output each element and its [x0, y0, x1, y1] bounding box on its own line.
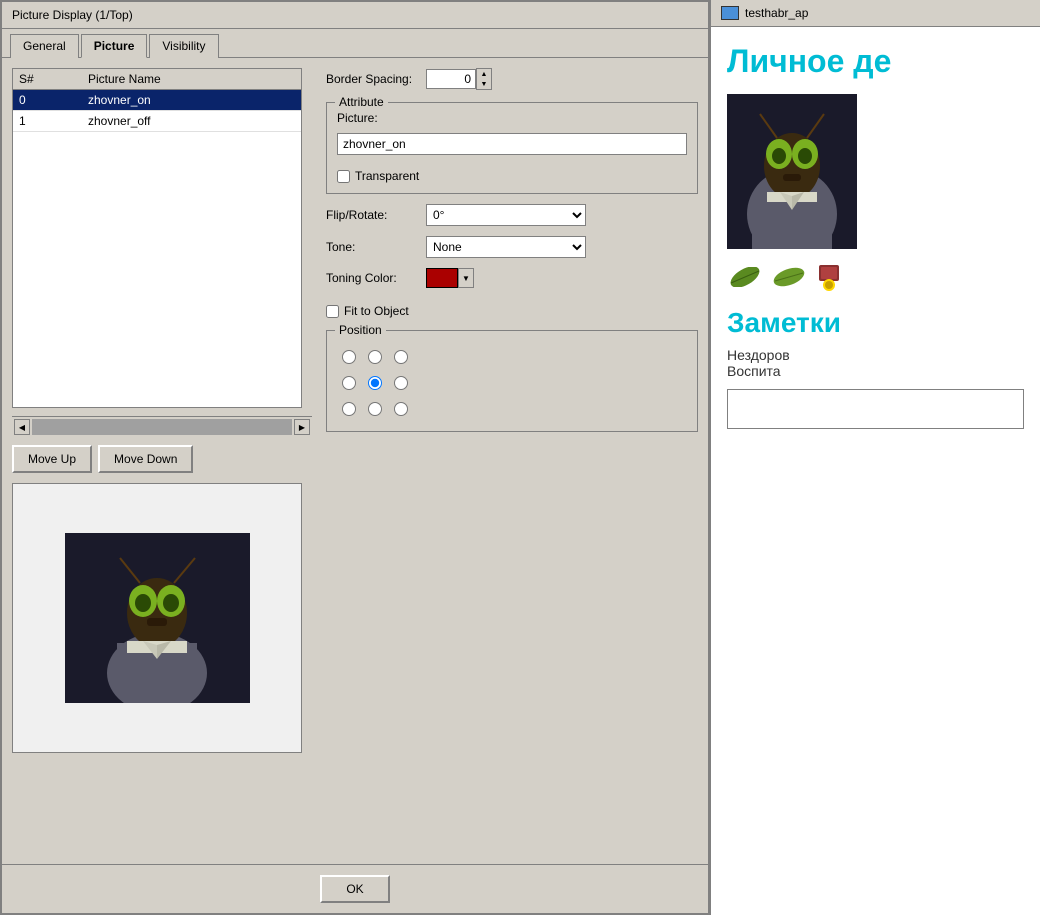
- fit-to-object-label: Fit to Object: [344, 304, 409, 318]
- picture-table-container[interactable]: S# Picture Name 0 zhovner_on 1 zho: [12, 68, 302, 408]
- col-header-name: Picture Name: [82, 69, 301, 90]
- section-text-2: Воспита: [727, 363, 1024, 379]
- section-text-1: Нездоров: [727, 347, 1024, 363]
- section-title: Заметки: [727, 307, 1024, 339]
- pos-middle-center[interactable]: [363, 371, 387, 395]
- transparent-checkbox-row[interactable]: Transparent: [337, 169, 687, 183]
- picture-field-row: Picture:: [337, 111, 687, 125]
- position-grid: [337, 345, 687, 421]
- mantis-svg: [65, 533, 250, 703]
- picture-value-input[interactable]: [337, 133, 687, 155]
- attribute-groupbox-title: Attribute: [335, 95, 388, 109]
- row-name: zhovner_off: [82, 111, 301, 132]
- ok-button[interactable]: OK: [320, 875, 389, 903]
- border-spacing-label: Border Spacing:: [326, 72, 426, 86]
- toning-color-swatch[interactable]: [426, 268, 458, 288]
- row-s: 1: [13, 111, 82, 132]
- left-column: S# Picture Name 0 zhovner_on 1 zho: [12, 68, 312, 854]
- spinner-buttons: ▲ ▼: [476, 68, 492, 90]
- browser-title: testhabr_ap: [745, 6, 808, 20]
- tab-general[interactable]: General: [10, 34, 79, 58]
- tab-picture[interactable]: Picture: [81, 34, 148, 58]
- profile-svg: [727, 94, 857, 249]
- dialog-footer: OK: [2, 864, 708, 913]
- preview-image: [65, 533, 250, 703]
- table-row[interactable]: 0 zhovner_on: [13, 90, 301, 111]
- position-groupbox: Position: [326, 330, 698, 432]
- color-picker-group: ▼: [426, 268, 474, 288]
- tone-label: Tone:: [326, 240, 426, 254]
- profile-image: [727, 94, 857, 249]
- picture-table: S# Picture Name 0 zhovner_on 1 zho: [13, 69, 301, 132]
- picture-field-label: Picture:: [337, 111, 378, 125]
- spinner-down-btn[interactable]: ▼: [477, 79, 491, 89]
- bottom-box: [727, 389, 1024, 429]
- dialog-panel: Picture Display (1/Top) General Picture …: [0, 0, 710, 915]
- tab-bar: General Picture Visibility: [2, 29, 708, 57]
- pos-bottom-left[interactable]: [337, 397, 361, 421]
- flip-rotate-row: Flip/Rotate: 0° 90° 180° 270°: [326, 204, 698, 226]
- icons-row: [727, 263, 1024, 291]
- row-s: 0: [13, 90, 82, 111]
- page-title: Личное де: [727, 43, 1024, 80]
- scroll-right-btn[interactable]: ▶: [294, 419, 310, 435]
- leaf-icon-2: [771, 267, 807, 287]
- tone-select[interactable]: None Red Green: [426, 236, 586, 258]
- dialog-titlebar: Picture Display (1/Top): [2, 2, 708, 29]
- flip-rotate-label: Flip/Rotate:: [326, 208, 426, 222]
- pos-bottom-right[interactable]: [389, 397, 413, 421]
- pos-top-center[interactable]: [363, 345, 387, 369]
- attribute-groupbox: Attribute Picture: Transparent: [326, 102, 698, 194]
- medal-icon: [815, 263, 843, 291]
- pos-bottom-center[interactable]: [363, 397, 387, 421]
- border-spacing-row: Border Spacing: ▲ ▼: [326, 68, 698, 90]
- transparent-label: Transparent: [355, 169, 419, 183]
- pos-top-right[interactable]: [389, 345, 413, 369]
- pos-top-left[interactable]: [337, 345, 361, 369]
- browser-titlebar: testhabr_ap: [711, 0, 1040, 27]
- pos-middle-right[interactable]: [389, 371, 413, 395]
- toning-color-row: Toning Color: ▼: [326, 268, 698, 288]
- row-name: zhovner_on: [82, 90, 301, 111]
- toning-color-label: Toning Color:: [326, 271, 426, 285]
- browser-content: Личное де: [711, 27, 1040, 915]
- preview-box: [12, 483, 302, 753]
- position-groupbox-title: Position: [335, 323, 386, 337]
- pos-middle-left[interactable]: [337, 371, 361, 395]
- spinner-up-btn[interactable]: ▲: [477, 69, 491, 79]
- tab-visibility[interactable]: Visibility: [149, 34, 218, 58]
- horizontal-scrollbar[interactable]: ◀ ▶: [12, 416, 312, 437]
- move-buttons-row: Move Up Move Down: [12, 445, 312, 473]
- fit-to-object-row[interactable]: Fit to Object: [326, 304, 698, 318]
- table-row[interactable]: 1 zhovner_off: [13, 111, 301, 132]
- move-up-button[interactable]: Move Up: [12, 445, 92, 473]
- dialog-title: Picture Display (1/Top): [12, 8, 133, 22]
- toning-color-dropdown-btn[interactable]: ▼: [458, 268, 474, 288]
- border-spacing-input[interactable]: [426, 69, 476, 89]
- leaf-icon-1: [727, 267, 763, 287]
- tone-row: Tone: None Red Green: [326, 236, 698, 258]
- col-header-s: S#: [13, 69, 82, 90]
- scroll-left-btn[interactable]: ◀: [14, 419, 30, 435]
- fit-to-object-checkbox[interactable]: [326, 305, 339, 318]
- scrollbar-track[interactable]: [32, 419, 292, 435]
- browser-panel: testhabr_ap Личное де: [710, 0, 1040, 915]
- flip-rotate-select[interactable]: 0° 90° 180° 270°: [426, 204, 586, 226]
- tab-inner: S# Picture Name 0 zhovner_on 1 zho: [12, 68, 698, 854]
- monitor-icon: [721, 6, 739, 20]
- move-down-button[interactable]: Move Down: [98, 445, 193, 473]
- tab-content: S# Picture Name 0 zhovner_on 1 zho: [2, 57, 708, 864]
- right-column: Border Spacing: ▲ ▼ Attribute Picture:: [312, 68, 698, 854]
- transparent-checkbox[interactable]: [337, 170, 350, 183]
- border-spacing-spinner[interactable]: ▲ ▼: [426, 68, 492, 90]
